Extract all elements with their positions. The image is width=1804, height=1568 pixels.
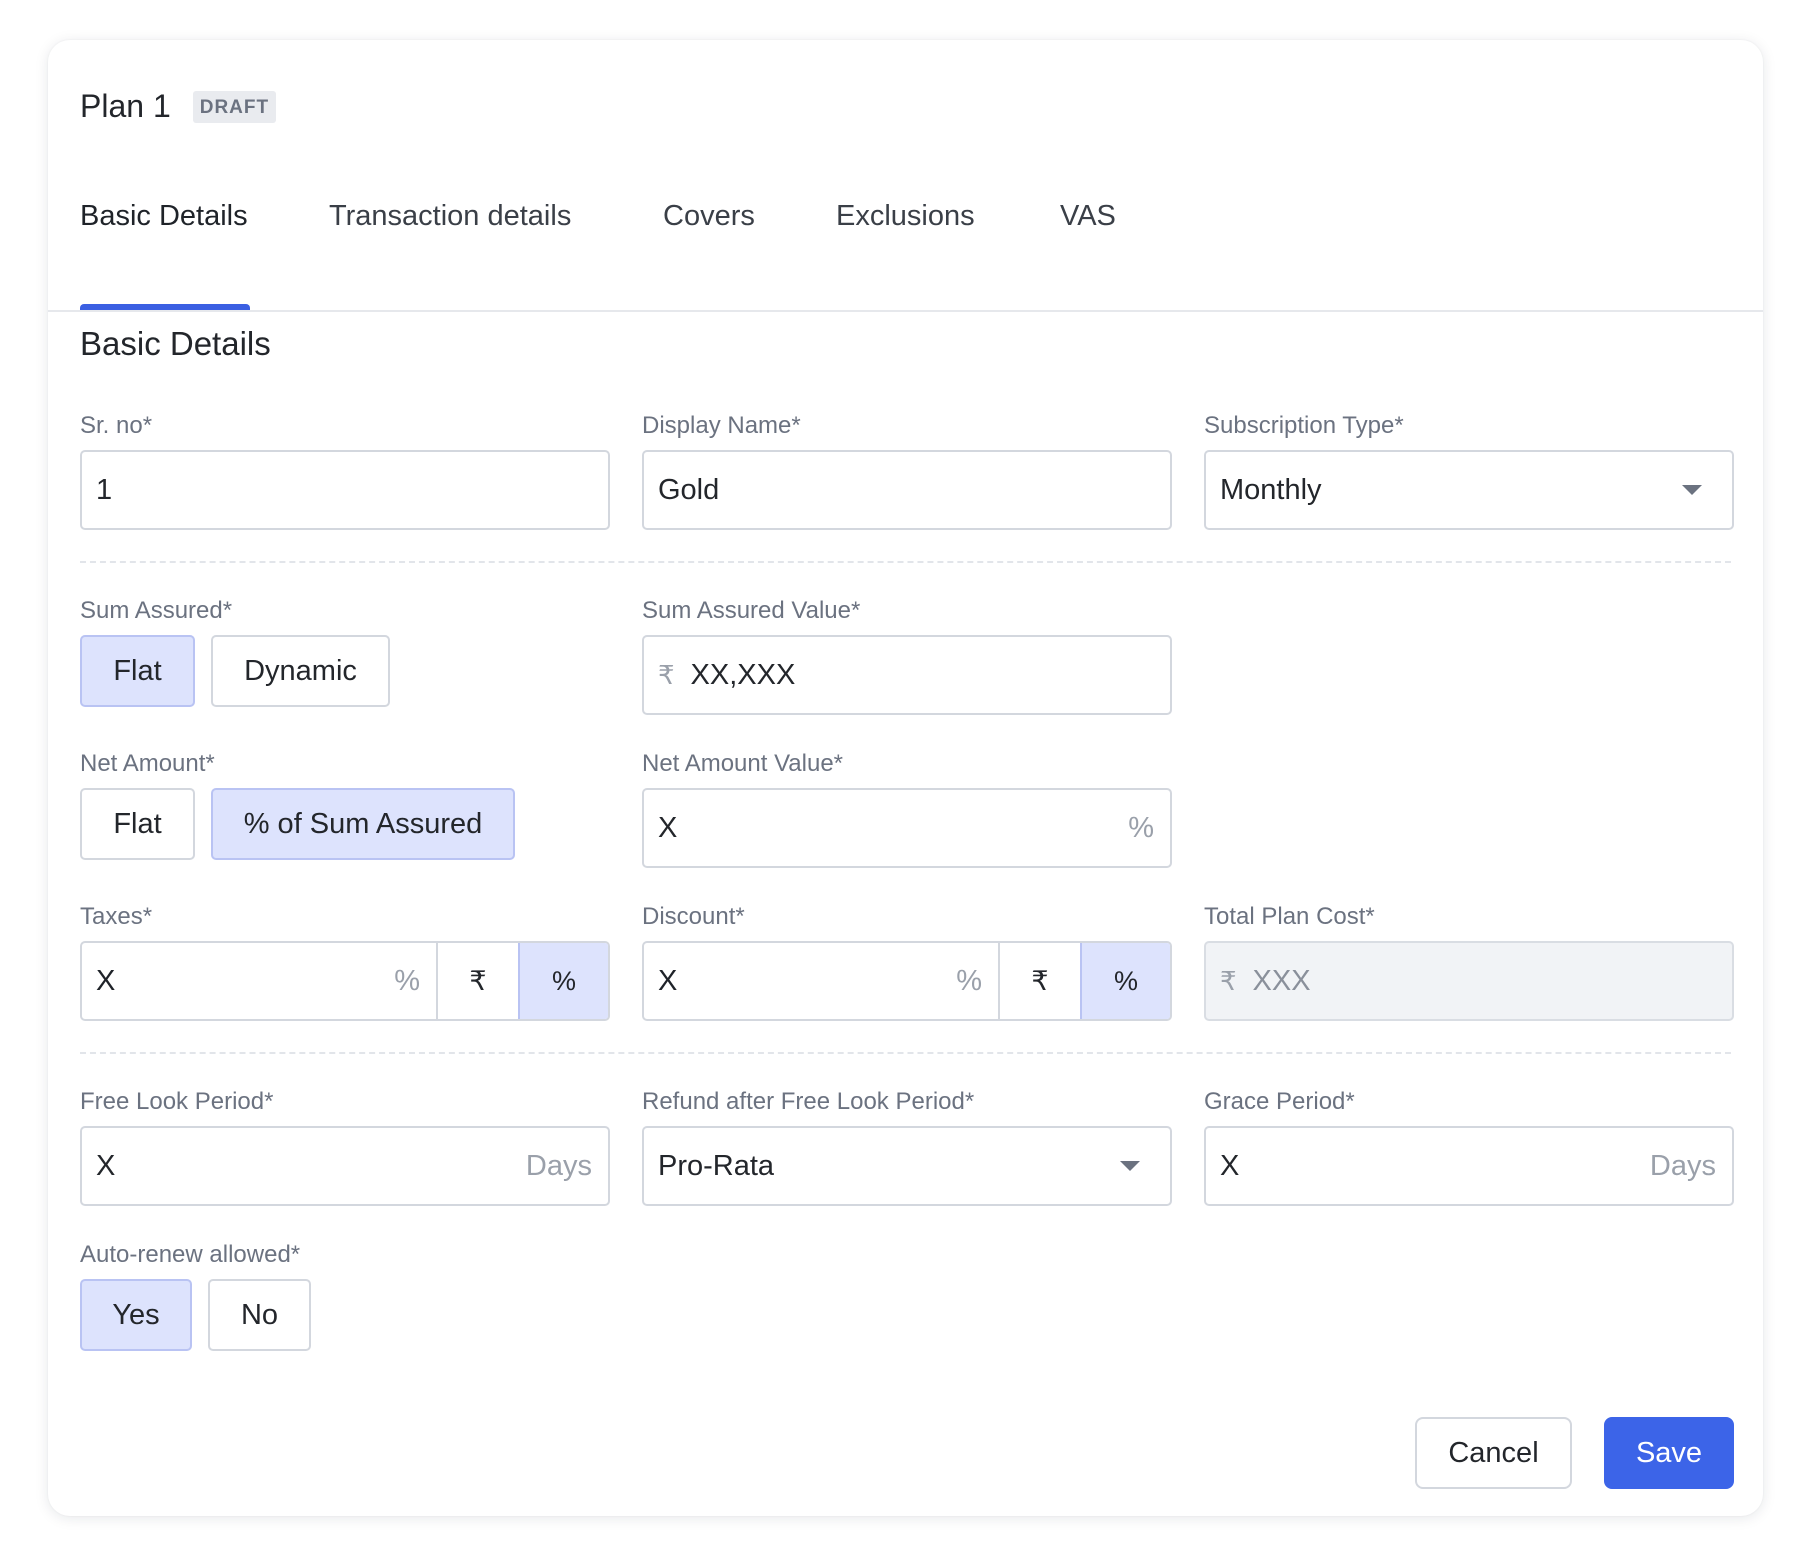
total-plan-cost-label: Total Plan Cost*: [1204, 903, 1375, 930]
taxes-rupee-toggle[interactable]: ₹: [436, 943, 518, 1019]
refund-after-free-look-label: Refund after Free Look Period*: [642, 1088, 975, 1115]
tab-exclusions[interactable]: Exclusions: [836, 200, 975, 233]
refund-after-free-look-select[interactable]: Pro-Rata: [642, 1126, 1172, 1206]
sum-assured-label: Sum Assured*: [80, 597, 233, 624]
grace-period-input[interactable]: X Days: [1204, 1126, 1734, 1206]
display-name-label: Display Name*: [642, 412, 801, 439]
sr-no-input[interactable]: 1: [80, 450, 610, 530]
days-suffix: Days: [525, 1149, 592, 1182]
display-name-input[interactable]: Gold: [642, 450, 1172, 530]
subscription-type-select[interactable]: Monthly: [1204, 450, 1734, 530]
chevron-down-icon: [1120, 1161, 1140, 1171]
free-look-period-value: X: [96, 1149, 116, 1182]
sum-assured-dynamic-button[interactable]: Dynamic: [211, 635, 390, 707]
tab-transaction-details[interactable]: Transaction details: [329, 200, 571, 233]
grace-period-label: Grace Period*: [1204, 1088, 1355, 1115]
plan-title: Plan 1: [80, 88, 171, 124]
rupee-icon: ₹: [1220, 965, 1237, 996]
discount-input-group: X % ₹ %: [642, 941, 1172, 1021]
percent-suffix: %: [394, 964, 420, 997]
total-plan-cost-value: XXX: [1252, 964, 1311, 997]
discount-rupee-toggle[interactable]: ₹: [998, 943, 1080, 1019]
sr-no-value: 1: [96, 473, 113, 506]
days-suffix: Days: [1649, 1149, 1716, 1182]
sr-no-label: Sr. no*: [80, 412, 153, 439]
sum-assured-value-input[interactable]: ₹ XX,XXX: [642, 635, 1172, 715]
plan-editor-card: Plan 1 DRAFT Basic Details Transaction d…: [48, 40, 1763, 1516]
net-amount-label: Net Amount*: [80, 750, 215, 777]
tab-vas[interactable]: VAS: [1060, 200, 1116, 233]
taxes-input-group: X % ₹ %: [80, 941, 610, 1021]
rupee-icon: ₹: [658, 659, 675, 690]
grace-period-value: X: [1220, 1149, 1240, 1182]
discount-input[interactable]: X %: [644, 943, 998, 1019]
display-name-value: Gold: [658, 473, 720, 506]
sum-assured-value-label: Sum Assured Value*: [642, 597, 861, 624]
cancel-button[interactable]: Cancel: [1415, 1417, 1572, 1489]
auto-renew-label: Auto-renew allowed*: [80, 1241, 301, 1268]
net-amount-percent-button[interactable]: % of Sum Assured: [211, 788, 515, 860]
percent-suffix: %: [1128, 811, 1154, 844]
net-amount-value: X: [658, 811, 678, 844]
active-tab-indicator: [80, 304, 250, 310]
discount-label: Discount*: [642, 903, 745, 930]
section-title: Basic Details: [80, 325, 271, 362]
refund-after-free-look-value: Pro-Rata: [658, 1149, 775, 1182]
net-amount-value-label: Net Amount Value*: [642, 750, 844, 777]
net-amount-flat-button[interactable]: Flat: [80, 788, 195, 860]
net-amount-value-input[interactable]: X %: [642, 788, 1172, 868]
auto-renew-no-button[interactable]: No: [208, 1279, 311, 1351]
tab-bar: Basic Details Transaction details Covers…: [48, 200, 1763, 312]
save-button[interactable]: Save: [1604, 1417, 1734, 1489]
tab-covers[interactable]: Covers: [663, 200, 755, 233]
taxes-label: Taxes*: [80, 903, 153, 930]
percent-suffix: %: [956, 964, 982, 997]
auto-renew-yes-button[interactable]: Yes: [80, 1279, 192, 1351]
total-plan-cost-input: ₹ XXX: [1204, 941, 1734, 1021]
subscription-type-label: Subscription Type*: [1204, 412, 1404, 439]
chevron-down-icon: [1682, 485, 1702, 495]
discount-percent-toggle[interactable]: %: [1080, 943, 1170, 1019]
subscription-type-value: Monthly: [1220, 473, 1322, 506]
taxes-percent-toggle[interactable]: %: [518, 943, 608, 1019]
sum-assured-value: XX,XXX: [690, 658, 796, 691]
status-badge: DRAFT: [192, 90, 277, 123]
section-divider: [80, 1052, 1731, 1054]
section-divider: [80, 561, 1731, 563]
plan-header: Plan 1 DRAFT: [80, 88, 277, 125]
taxes-input[interactable]: X %: [82, 943, 436, 1019]
taxes-value: X: [96, 964, 116, 997]
free-look-period-input[interactable]: X Days: [80, 1126, 610, 1206]
tab-basic-details[interactable]: Basic Details: [80, 200, 248, 233]
discount-value: X: [658, 964, 678, 997]
free-look-period-label: Free Look Period*: [80, 1088, 274, 1115]
sum-assured-flat-button[interactable]: Flat: [80, 635, 195, 707]
